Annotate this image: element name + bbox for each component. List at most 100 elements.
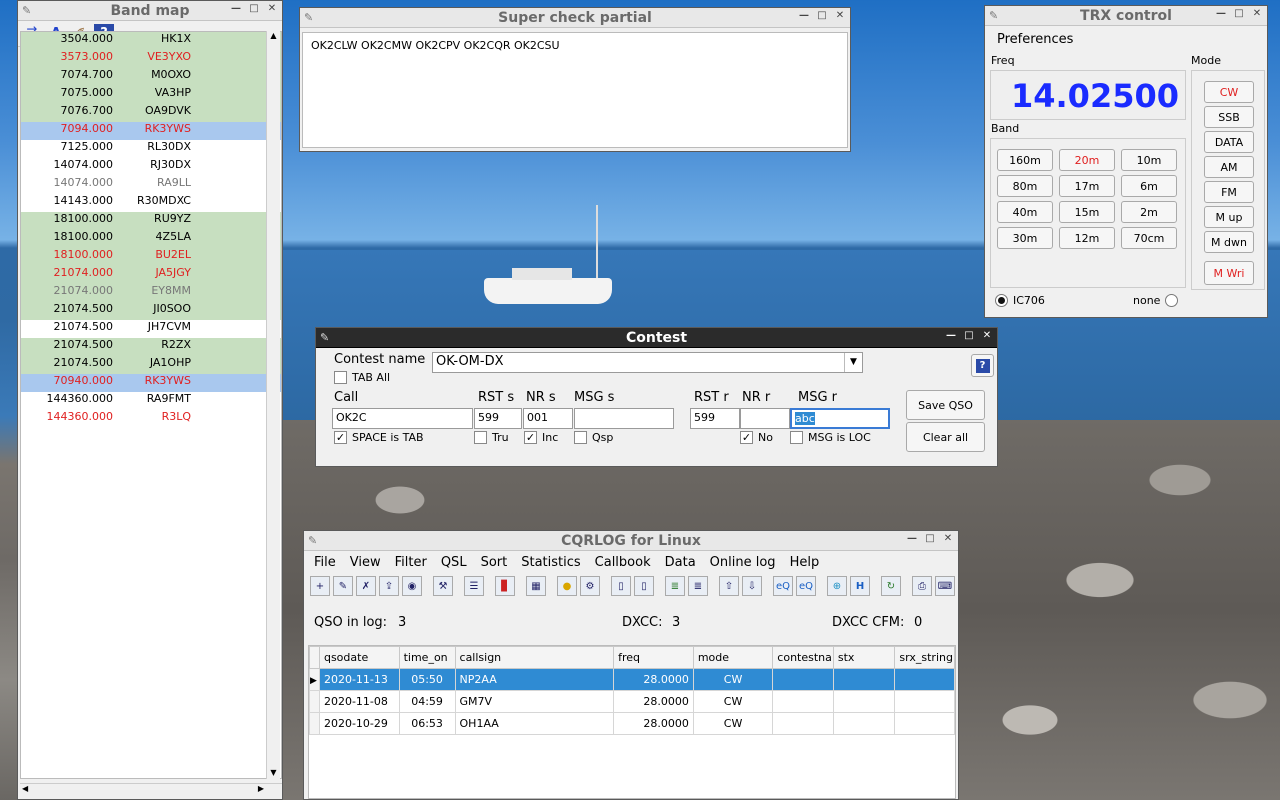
keyboard-icon[interactable]: ⌨	[935, 576, 955, 596]
scp-text[interactable]: OK2CLW OK2CMW OK2CPV OK2CQR OK2CSU	[311, 39, 560, 52]
mode-button-am[interactable]: AM	[1204, 156, 1254, 178]
band-map-row[interactable]: 70940.000 RK3YWS	[21, 374, 281, 392]
close-icon[interactable]: ✕	[1251, 8, 1263, 19]
band-map-row[interactable]: 144360.000 RA9FMT	[21, 392, 281, 410]
band-map-row[interactable]: 144360.000 R3LQ	[21, 410, 281, 428]
eqsl2-icon[interactable]: eQ	[796, 576, 816, 596]
sun-icon[interactable]: ●	[557, 576, 577, 596]
menu-file[interactable]: File	[314, 555, 336, 570]
band-map-row[interactable]: 21074.500 JA1OHP	[21, 356, 281, 374]
table-row[interactable]: 2020-11-08 04:59 GM7V 28.0000 CW	[309, 690, 955, 713]
menu-qsl[interactable]: QSL	[441, 555, 467, 570]
band-map-row[interactable]: 21074.000 JA5JGY	[21, 266, 281, 284]
preferences-menu[interactable]: Preferences	[997, 32, 1073, 47]
menu-filter[interactable]: Filter	[395, 555, 427, 570]
settings-icon[interactable]: ⚙	[580, 576, 600, 596]
mode-button-m-up[interactable]: M up	[1204, 206, 1254, 228]
chevron-down-icon[interactable]: ▼	[844, 353, 862, 372]
band-map-row[interactable]: 3573.000 VE3YXO	[21, 50, 281, 68]
nr-r-input[interactable]	[740, 408, 790, 429]
minimize-icon[interactable]: —	[230, 3, 242, 14]
close-icon[interactable]: ✕	[266, 3, 278, 14]
table-row[interactable]: 2020-10-29 06:53 OH1AA 28.0000 CW	[309, 712, 955, 735]
band-map-row[interactable]: 21074.500 R2ZX	[21, 338, 281, 356]
maximize-icon[interactable]: □	[816, 10, 828, 21]
menu-data[interactable]: Data	[665, 555, 696, 570]
rst-r-input[interactable]: 599	[690, 408, 740, 429]
tab-all-checkbox[interactable]: TAB All	[334, 371, 390, 384]
band-map-row[interactable]: 7076.700 OA9DVK	[21, 104, 281, 122]
close-icon[interactable]: ✕	[942, 533, 954, 544]
save-qso-button[interactable]: Save QSO	[906, 390, 985, 420]
memory-write-button[interactable]: M Wri	[1204, 261, 1254, 285]
edit-qso-icon[interactable]: ✎	[333, 576, 353, 596]
document-icon[interactable]: ▯	[611, 576, 631, 596]
band-map-row[interactable]: 21074.000 EY8MM	[21, 284, 281, 302]
band-map-row[interactable]: 14074.000 RJ30DX	[21, 158, 281, 176]
minimize-icon[interactable]: —	[945, 330, 957, 341]
band-map-row[interactable]: 3504.000 HK1X	[21, 32, 281, 50]
list-icon[interactable]: ≣	[665, 576, 685, 596]
band-map-list[interactable]: 3504.000 HK1X 3573.000 VE3YXO 7074.700 M0OXO 7…	[20, 31, 282, 779]
upload-icon[interactable]: ⇧	[719, 576, 739, 596]
export-icon[interactable]: ⇪	[379, 576, 399, 596]
chart-icon[interactable]: ▊	[495, 576, 515, 596]
band-button-12m[interactable]: 12m	[1059, 227, 1115, 249]
call-input[interactable]: OK2C	[332, 408, 473, 429]
column-header-time_on[interactable]: time_on	[398, 646, 456, 669]
radio-ic706[interactable]: IC706	[995, 294, 1045, 307]
band-button-10m[interactable]: 10m	[1121, 149, 1177, 171]
band-button-2m[interactable]: 2m	[1121, 201, 1177, 223]
no-checkbox[interactable]: ✓ No	[740, 431, 773, 444]
minimize-icon[interactable]: —	[798, 10, 810, 21]
menu-sort[interactable]: Sort	[481, 555, 508, 570]
band-button-30m[interactable]: 30m	[997, 227, 1053, 249]
msg-r-input[interactable]: abc	[790, 408, 890, 429]
column-header-qsodate[interactable]: qsodate	[318, 646, 400, 669]
band-map-row[interactable]: 18100.000 4Z5LA	[21, 230, 281, 248]
maximize-icon[interactable]: □	[248, 3, 260, 14]
print-icon[interactable]: ⎙	[912, 576, 932, 596]
new-qso-icon[interactable]: +	[310, 576, 330, 596]
band-button-17m[interactable]: 17m	[1059, 175, 1115, 197]
band-map-row[interactable]: 21074.500 JI0SOO	[21, 302, 281, 320]
band-button-40m[interactable]: 40m	[997, 201, 1053, 223]
band-map-row[interactable]: 7075.000 VA3HP	[21, 86, 281, 104]
menu-statistics[interactable]: Statistics	[521, 555, 580, 570]
qsp-checkbox[interactable]: Qsp	[574, 431, 613, 444]
close-icon[interactable]: ✕	[834, 10, 846, 21]
wrench-icon[interactable]: ⚒	[433, 576, 453, 596]
download-icon[interactable]: ⇩	[742, 576, 762, 596]
delete-qso-icon[interactable]: ✗	[356, 576, 376, 596]
refresh-icon[interactable]: ↻	[881, 576, 901, 596]
grid-icon[interactable]: ▦	[526, 576, 546, 596]
band-map-row[interactable]: 18100.000 BU2EL	[21, 248, 281, 266]
table-row[interactable]: ▶ 2020-11-13 05:50 NP2AA 28.0000 CW	[309, 668, 955, 691]
menu-help[interactable]: Help	[790, 555, 820, 570]
column-header-contestna[interactable]: contestna	[772, 646, 834, 669]
mode-button-m-dwn[interactable]: M dwn	[1204, 231, 1254, 253]
column-header-srx_string[interactable]: srx_string	[894, 646, 955, 669]
tru-checkbox[interactable]: Tru	[474, 431, 509, 444]
band-map-row[interactable]: 21074.500 JH7CVM	[21, 320, 281, 338]
nr-s-input[interactable]: 001	[523, 408, 573, 429]
trx-titlebar[interactable]: ✎ TRX control — □ ✕	[985, 6, 1267, 26]
menu-view[interactable]: View	[350, 555, 381, 570]
band-map-row[interactable]: 14074.000 RA9LL	[21, 176, 281, 194]
mode-button-cw[interactable]: CW	[1204, 81, 1254, 103]
globe-icon[interactable]: ⊕	[827, 576, 847, 596]
band-map-row[interactable]: 7094.000 RK3YWS	[21, 122, 281, 140]
scp-titlebar[interactable]: ✎ Super check partial — □ ✕	[300, 8, 850, 28]
mode-button-fm[interactable]: FM	[1204, 181, 1254, 203]
binoculars-icon[interactable]: ◉	[402, 576, 422, 596]
menu-callbook[interactable]: Callbook	[595, 555, 651, 570]
radio-none[interactable]: none	[1133, 294, 1179, 307]
band-button-80m[interactable]: 80m	[997, 175, 1053, 197]
eqsl-icon[interactable]: eQ	[773, 576, 793, 596]
band-button-70cm[interactable]: 70cm	[1121, 227, 1177, 249]
list2-icon[interactable]: ≣	[688, 576, 708, 596]
column-header-mode[interactable]: mode	[692, 646, 774, 669]
msg-s-input[interactable]	[574, 408, 674, 429]
contest-name-select[interactable]: OK-OM-DX ▼	[432, 352, 863, 373]
dxcluster-icon[interactable]: ☰	[464, 576, 484, 596]
